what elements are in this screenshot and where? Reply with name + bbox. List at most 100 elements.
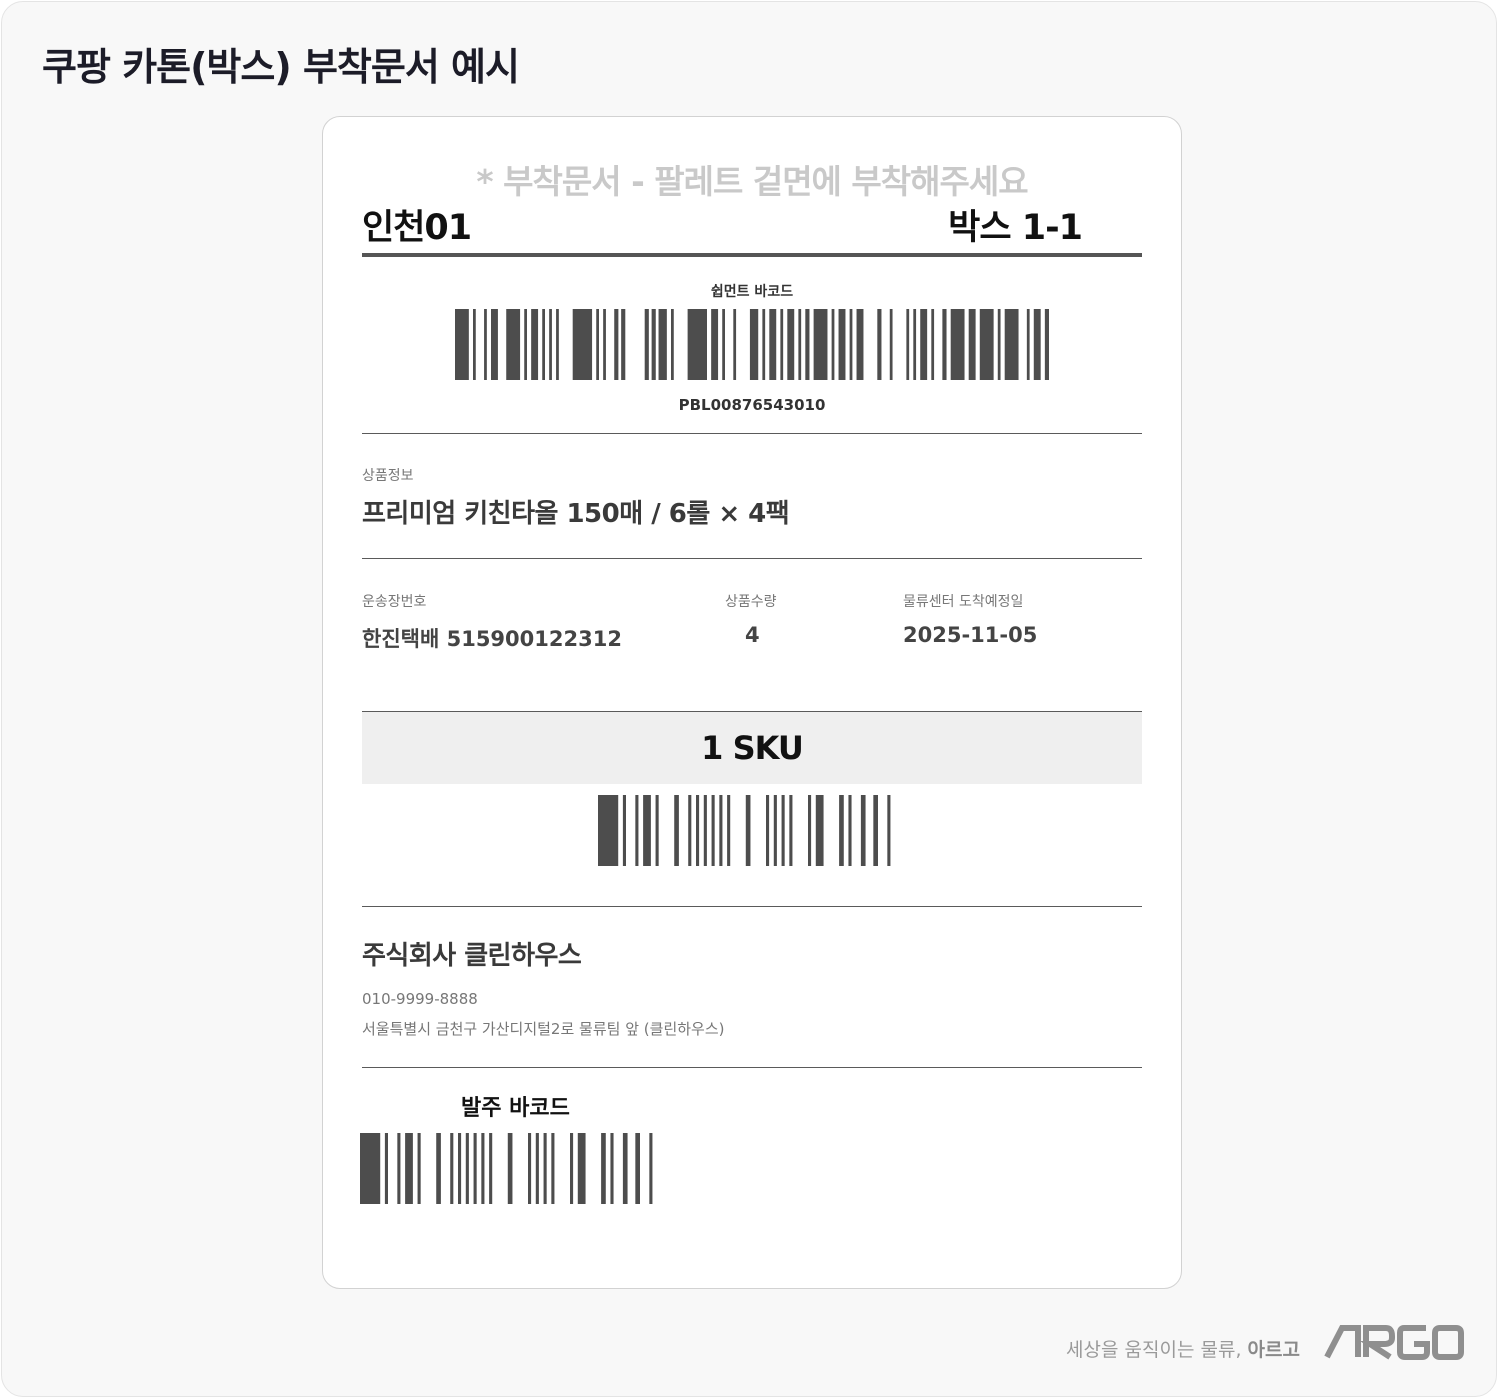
- sku-barcode: [598, 795, 906, 866]
- barcode-bar: [931, 309, 935, 380]
- barcode-bar: [860, 795, 866, 866]
- barcode-bar: [531, 309, 539, 380]
- barcode-bar: [688, 795, 692, 866]
- barcode-bar: [766, 795, 770, 866]
- barcode-bar: [727, 795, 731, 866]
- barcode-bar: [572, 309, 593, 380]
- barcode-bar: [877, 309, 882, 380]
- barcode-bar: [481, 1133, 485, 1204]
- barcode-bar: [687, 309, 707, 380]
- barcode-bar: [773, 795, 777, 866]
- barcode-bar: [405, 1133, 413, 1204]
- footer-slogan: 세상을 움직이는 물류, 아르고: [1066, 1335, 1300, 1362]
- divider: [362, 433, 1142, 434]
- box-number: 박스 1-1: [948, 208, 1083, 248]
- barcode-bar: [491, 309, 498, 380]
- eta-label: 물류센터 도착예정일: [903, 594, 1024, 610]
- barcode-bar: [542, 309, 545, 380]
- barcode-bar: [596, 309, 599, 380]
- barcode-bar: [551, 1133, 555, 1204]
- barcode-bar: [655, 795, 659, 866]
- barcode-bar: [781, 795, 785, 866]
- barcode-bar: [787, 309, 795, 380]
- barcode-bar: [465, 1133, 469, 1204]
- barcode-bar: [839, 795, 844, 866]
- divider: [362, 906, 1142, 907]
- shipment-barcode: [455, 309, 1049, 380]
- barcode-bar: [397, 1133, 401, 1204]
- barcode-bar: [838, 309, 846, 380]
- argo-logo: [1324, 1324, 1464, 1364]
- barcode-bar: [528, 1133, 532, 1204]
- barcode-bar: [920, 309, 928, 380]
- product-name: 프리미엄 키친타올 150매 / 6롤 × 4팩: [362, 499, 790, 529]
- barcode-bar: [473, 309, 476, 380]
- barcode-bar: [703, 795, 707, 866]
- barcode-bar: [711, 309, 719, 380]
- barcode-bar: [856, 309, 864, 380]
- barcode-bar: [473, 1133, 477, 1204]
- barcode-bar: [997, 309, 1001, 380]
- barcode-bar: [658, 309, 667, 380]
- barcode-bar: [577, 1133, 586, 1204]
- supplier-address: 서울특별시 금천구 가산디지털2로 물류팀 앞 (클린하우스): [362, 1020, 725, 1038]
- slogan-brand: 아르고: [1247, 1339, 1300, 1361]
- barcode-bar: [436, 1133, 441, 1204]
- quantity-value: 4: [745, 623, 760, 647]
- barcode-bar: [671, 309, 674, 380]
- barcode-bar: [635, 1133, 640, 1204]
- barcode-bar: [762, 309, 766, 380]
- supplier-company: 주식회사 클린하우스: [362, 941, 582, 971]
- barcode-bar: [769, 309, 777, 380]
- barcode-bar: [711, 795, 715, 866]
- barcode-bar: [805, 309, 810, 380]
- barcode-bar: [749, 309, 759, 380]
- barcode-bar: [780, 309, 784, 380]
- barcode-bar: [813, 309, 828, 380]
- header-divider: [362, 253, 1142, 257]
- attach-notice: * 부착문서 - 팔레트 겉면에 부착해주세요: [476, 162, 1028, 201]
- barcode-bar: [556, 309, 559, 380]
- tracking-number: 한진택배 515900122312: [362, 627, 622, 651]
- barcode-bar: [524, 309, 527, 380]
- barcode-bar: [887, 795, 891, 866]
- barcode-bar: [849, 309, 853, 380]
- eta-date: 2025-11-05: [903, 623, 1038, 647]
- argo-logo-mark: [1324, 1325, 1464, 1360]
- fulfillment-center: 인천01: [362, 208, 472, 248]
- barcode-bar: [733, 309, 737, 380]
- barcode-bar: [942, 309, 947, 380]
- barcode-bar: [848, 795, 852, 866]
- barcode-bar: [831, 309, 835, 380]
- sku-count: 1 SKU: [701, 729, 804, 767]
- barcode-bar: [906, 309, 910, 380]
- barcode-bar: [950, 309, 965, 380]
- barcode-bar: [458, 1133, 462, 1204]
- barcode-bar: [722, 309, 725, 380]
- barcode-bar: [360, 1133, 381, 1204]
- barcode-bar: [417, 1133, 421, 1204]
- barcode-bar: [696, 795, 700, 866]
- product-info-label: 상품정보: [362, 468, 414, 484]
- barcode-bar: [622, 1133, 628, 1204]
- supplier-phone: 010-9999-8888: [362, 990, 478, 1008]
- barcode-bar: [543, 1133, 547, 1204]
- barcode-bar: [506, 309, 521, 380]
- barcode-bar: [1026, 309, 1030, 380]
- barcode-bar: [789, 795, 793, 866]
- shipment-barcode-title: 쉽먼트 바코드: [710, 284, 794, 300]
- tracking-number-label: 운송장번호: [362, 594, 427, 610]
- barcode-bar: [649, 1133, 653, 1204]
- barcode-bar: [598, 795, 619, 866]
- po-barcode: [360, 1133, 668, 1204]
- po-barcode-title: 발주 바코드: [461, 1096, 570, 1121]
- page-frame: 쿠팡 카톤(박스) 부착문서 예시 * 부착문서 - 팔레트 겉면에 부착해주세…: [1, 1, 1497, 1397]
- divider: [362, 1067, 1142, 1068]
- barcode-bar: [1004, 309, 1019, 380]
- barcode-bar: [601, 1133, 606, 1204]
- barcode-bar: [644, 309, 649, 380]
- barcode-bar: [968, 309, 976, 380]
- barcode-bar: [603, 309, 606, 380]
- barcode-bar: [484, 309, 487, 380]
- barcode-bar: [635, 795, 639, 866]
